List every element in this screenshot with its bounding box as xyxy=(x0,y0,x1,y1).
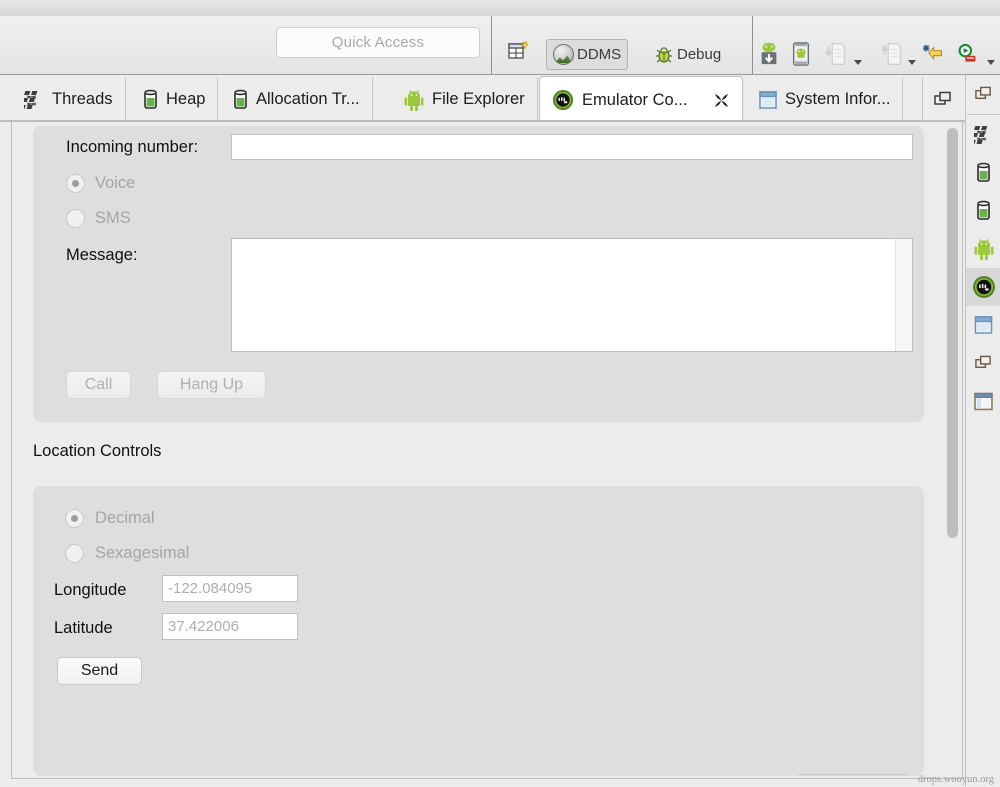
system-information-icon xyxy=(759,90,777,109)
perspective-debug-label: Debug xyxy=(677,46,722,63)
emulator-control-panel: Incoming number: Voice SMS Message: Call… xyxy=(11,122,963,779)
tab-system-information-label: System Infor... xyxy=(785,90,891,108)
heap-icon xyxy=(977,162,990,182)
refactor-icon xyxy=(922,44,942,60)
perspective-ddms[interactable]: DDMS xyxy=(546,39,629,70)
run-icon xyxy=(958,43,976,62)
message-textarea-scrollbar[interactable] xyxy=(895,239,912,351)
tab-heap-label: Heap xyxy=(166,90,206,108)
tab-system-information[interactable]: System Infor... xyxy=(747,77,904,122)
tab-file-explorer-label: File Explorer xyxy=(432,90,525,108)
perspective-debug[interactable]: Debug xyxy=(648,39,727,70)
panel-scrollbar-thumb[interactable] xyxy=(947,128,958,538)
sexagesimal-label: Sexagesimal xyxy=(95,544,190,562)
threads-icon xyxy=(973,126,987,144)
incoming-number-label: Incoming number: xyxy=(66,138,199,156)
tab-file-explorer[interactable]: File Explorer xyxy=(392,77,538,122)
restore-window-icon xyxy=(975,355,991,368)
sidebar-item-file-explorer[interactable] xyxy=(966,230,1000,268)
tab-heap[interactable]: Heap xyxy=(131,77,219,122)
bug-icon xyxy=(656,46,672,63)
sidebar-restore-window[interactable] xyxy=(966,75,1000,113)
sidebar-item-system-information[interactable] xyxy=(966,306,1000,344)
sidebar-item-allocation-tracker[interactable] xyxy=(966,192,1000,230)
emulator-control-scroll-area: Incoming number: Voice SMS Message: Call… xyxy=(12,122,944,777)
message-label: Message: xyxy=(66,246,138,264)
allocation-tracker-icon xyxy=(234,89,247,109)
latitude-label: Latitude xyxy=(54,619,113,637)
sidebar-item-emulator-control[interactable] xyxy=(966,268,1000,306)
sidebar-divider xyxy=(966,114,1000,115)
restore-window-icon xyxy=(933,91,951,105)
right-view-stack xyxy=(965,75,1000,787)
decimal-radio[interactable] xyxy=(65,509,84,528)
perspective-ddms-label: DDMS xyxy=(577,46,622,63)
message-textarea[interactable] xyxy=(231,238,913,352)
android-download-icon xyxy=(761,42,777,65)
android-device-icon xyxy=(792,42,810,66)
chevron-down-icon xyxy=(908,60,916,66)
window-title-strip xyxy=(0,0,1000,16)
longitude-input[interactable]: -122.084095 xyxy=(162,575,298,602)
sms-radio[interactable] xyxy=(66,209,85,228)
emulator-control-icon xyxy=(553,90,573,110)
threads-icon xyxy=(24,90,38,109)
quick-access-input[interactable]: Quick Access xyxy=(276,27,480,58)
call-button[interactable]: Call xyxy=(66,371,131,399)
new-window-icon xyxy=(508,39,531,59)
view-tab-bar: Threads Heap Allocation Tr... File Explo… xyxy=(0,75,965,123)
chevron-down-icon xyxy=(854,60,862,66)
hangup-button[interactable]: Hang Up xyxy=(157,371,266,399)
sms-label: SMS xyxy=(95,209,131,227)
toolbar-separator-2 xyxy=(752,16,753,74)
emulator-control-icon xyxy=(972,276,995,298)
tab-overflow-button[interactable] xyxy=(922,77,962,122)
sidebar-item-heap[interactable] xyxy=(966,154,1000,192)
allocation-tracker-icon xyxy=(977,200,990,220)
heap-icon xyxy=(144,89,157,109)
tab-allocation-tracker[interactable]: Allocation Tr... xyxy=(221,77,373,122)
location-controls-title: Location Controls xyxy=(33,442,162,460)
sexagesimal-radio[interactable] xyxy=(65,544,84,563)
tab-emulator-control[interactable]: Emulator Co... xyxy=(539,76,743,123)
sidebar-item-layout[interactable] xyxy=(966,382,1000,420)
layout-icon xyxy=(974,392,993,410)
tab-emulator-control-label: Emulator Co... xyxy=(582,90,688,109)
latitude-input[interactable]: 37.422006 xyxy=(162,613,298,640)
watermark-text: drops.wooyun.org xyxy=(917,774,994,785)
sidebar-item-threads[interactable] xyxy=(966,116,1000,154)
tab-threads-label: Threads xyxy=(52,90,113,108)
main-toolbar: Quick Access DDMS Debug xyxy=(0,16,1000,75)
decimal-label: Decimal xyxy=(95,509,155,527)
panel-vertical-scrollbar[interactable] xyxy=(946,128,959,773)
watermark-rule xyxy=(798,774,908,775)
export-icon xyxy=(880,43,901,65)
android-icon xyxy=(974,239,993,260)
quick-access-container: Quick Access xyxy=(276,27,480,58)
system-information-icon xyxy=(974,316,993,334)
ddms-icon xyxy=(553,44,574,65)
restore-window-icon xyxy=(975,86,991,99)
send-button[interactable]: Send xyxy=(57,657,142,685)
voice-label: Voice xyxy=(95,174,136,192)
tab-threads[interactable]: Threads xyxy=(12,77,126,122)
import-icon xyxy=(824,43,845,65)
chevron-down-icon xyxy=(987,60,995,66)
telephony-actions-group: Incoming number: Voice SMS Message: Call… xyxy=(33,126,924,422)
close-icon[interactable] xyxy=(713,92,730,109)
incoming-number-input[interactable] xyxy=(231,134,913,160)
longitude-label: Longitude xyxy=(54,581,127,599)
android-icon xyxy=(404,89,424,111)
tab-allocation-tracker-label: Allocation Tr... xyxy=(256,90,360,108)
location-manual-group: Decimal Sexagesimal Longitude -122.08409… xyxy=(33,486,924,776)
voice-radio[interactable] xyxy=(66,174,85,193)
toolbar-separator-1 xyxy=(491,16,492,74)
sidebar-restore-window-2[interactable] xyxy=(966,344,1000,382)
